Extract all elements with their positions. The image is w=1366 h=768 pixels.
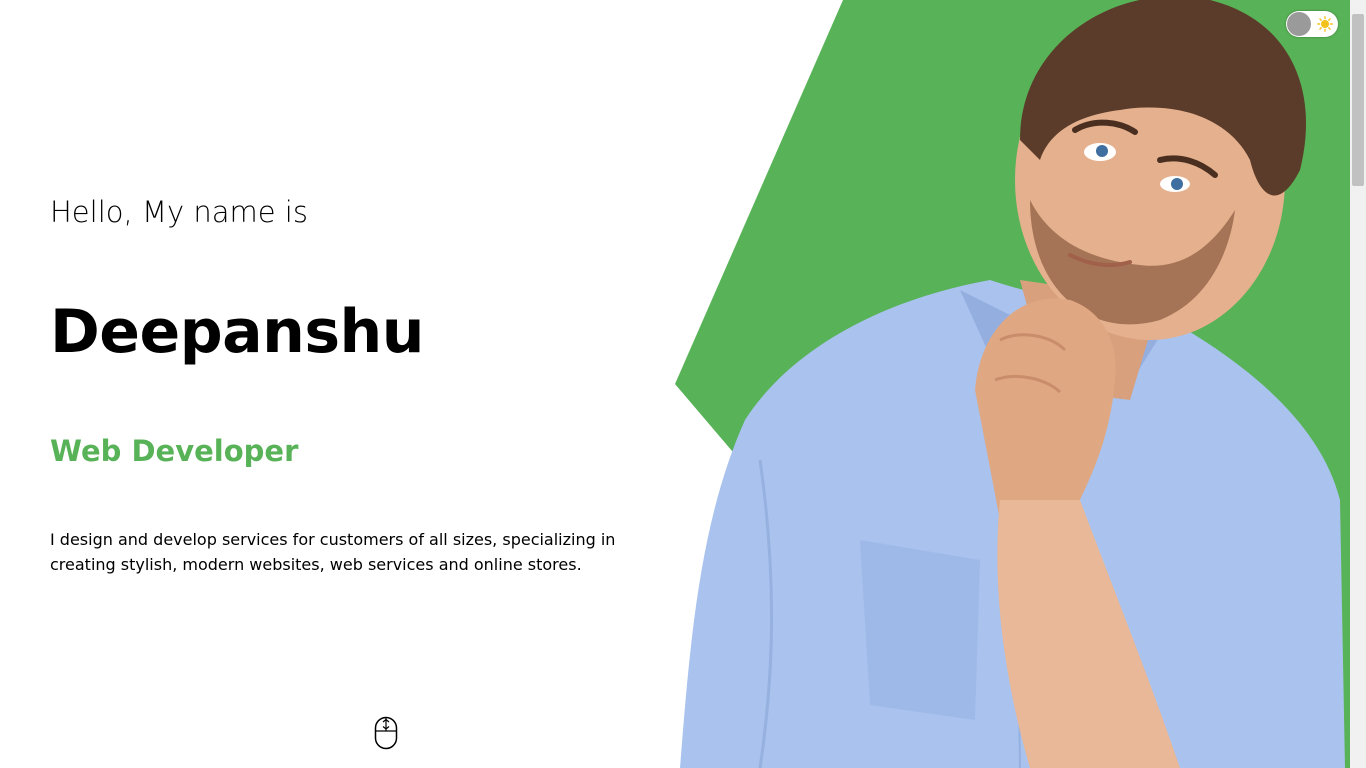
greeting-text: Hello, My name is bbox=[50, 195, 308, 229]
toggle-knob bbox=[1287, 12, 1311, 36]
hero-name: Deepanshu bbox=[50, 297, 425, 367]
hero-description: I design and develop services for custom… bbox=[50, 530, 616, 574]
sun-icon bbox=[1317, 16, 1333, 32]
mouse-scroll-icon[interactable] bbox=[374, 716, 398, 750]
hero-role: Web Developer bbox=[50, 434, 299, 468]
green-hexagon-background bbox=[675, 0, 1350, 768]
page-scrollbar[interactable] bbox=[1350, 0, 1366, 768]
theme-toggle[interactable] bbox=[1286, 11, 1338, 37]
scrollbar-thumb[interactable] bbox=[1352, 14, 1364, 186]
hero-intro: Hello, My name is Deepanshu Web Develope… bbox=[50, 0, 650, 768]
portrait bbox=[680, 0, 1345, 768]
